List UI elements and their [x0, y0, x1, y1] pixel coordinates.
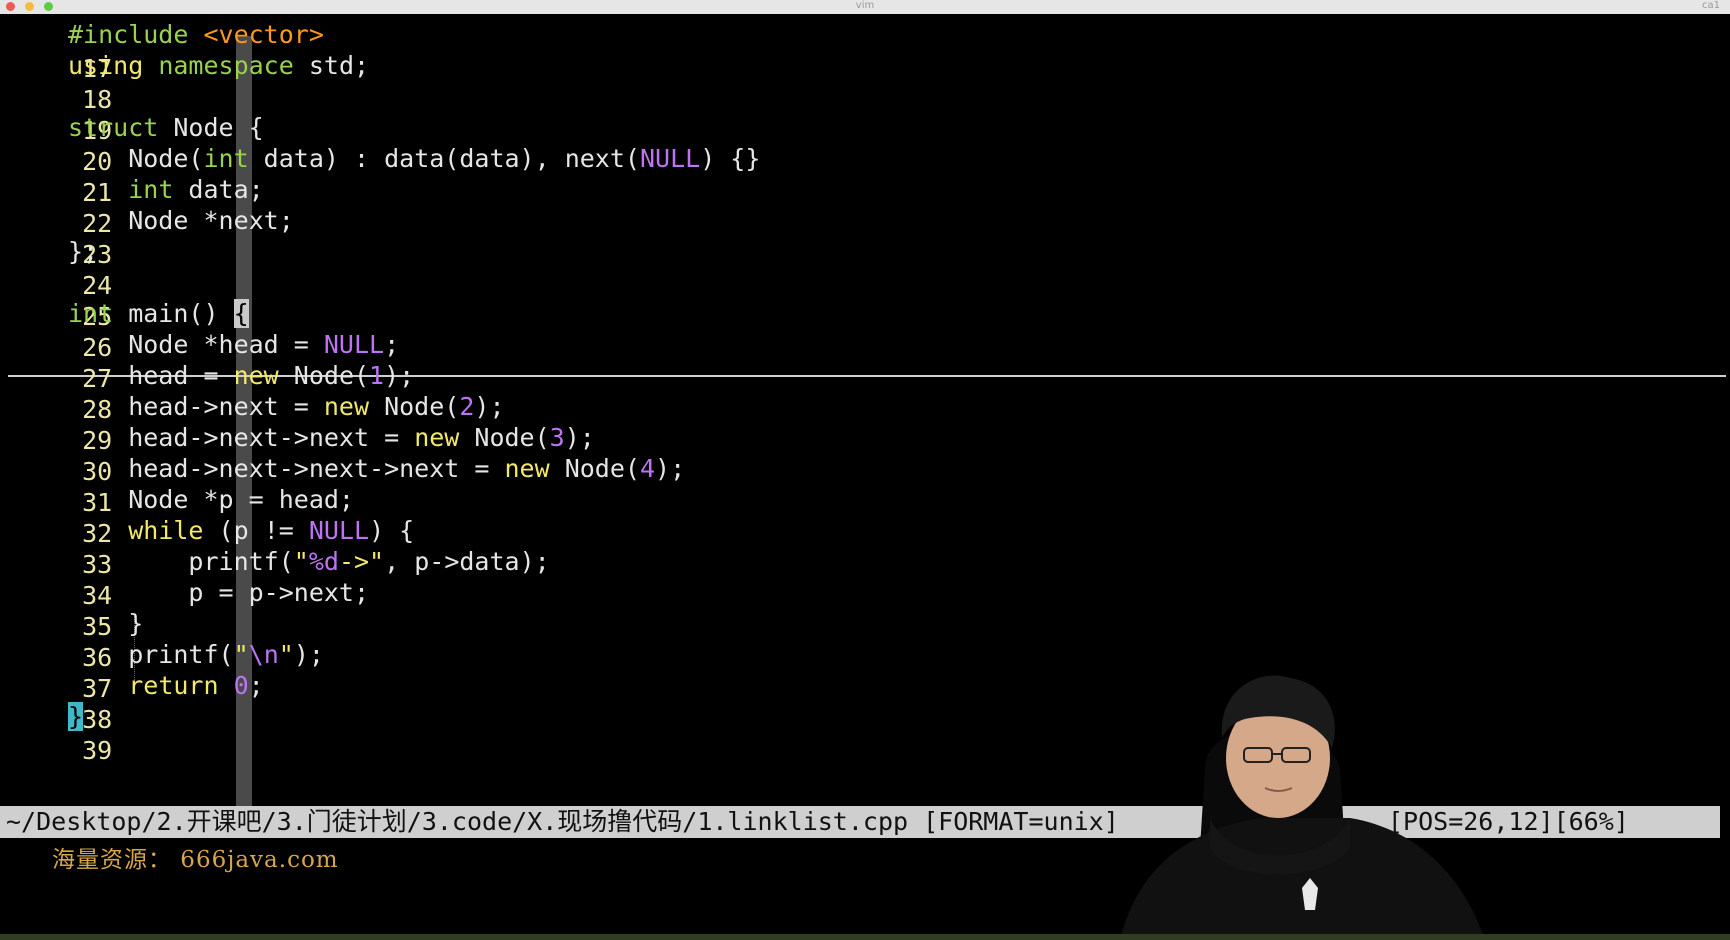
code-text: p = p->next; — [68, 578, 370, 607]
line-number: 39 — [82, 736, 113, 765]
code-text: head->next->next = new Node(3); — [68, 423, 595, 452]
code-line-19: 19 — [0, 80, 112, 145]
code-line-38: 38 return 0; — [0, 669, 264, 734]
window-right-label: ca1 — [1702, 0, 1720, 11]
presenter-webcam-overlay — [1120, 675, 1485, 940]
code-line-29: 29 head->next = new Node(2); — [0, 390, 504, 455]
code-line-24: 24 }; — [0, 235, 112, 300]
text-cursor: { — [233, 299, 249, 328]
code-text: int main() { — [68, 299, 249, 328]
code-line-32: 32 Node *p = head; — [0, 483, 354, 548]
watermark-text: 海量资源： 666java.com — [52, 847, 339, 873]
code-text: #include <vector> — [68, 20, 324, 49]
code-text: Node *next; — [68, 206, 294, 235]
code-text: } — [68, 700, 84, 734]
code-line-31: 31 head->next->next->next = new Node(4); — [0, 452, 685, 517]
window-title: vim — [855, 0, 875, 11]
code-text: head->next->next->next = new Node(4); — [68, 454, 686, 483]
statusline-file-path: ~/Desktop/2.开课吧/3.门徒计划/3.code/X.现场撸代码/1.… — [6, 807, 1119, 836]
code-line-39: 39 } — [0, 700, 112, 765]
code-line-18: 18 using namespace std; — [0, 49, 369, 114]
window-bottom-edge — [0, 934, 1730, 940]
code-text: printf("%d->", p->data); — [68, 547, 550, 576]
code-text: printf("\n"); — [68, 640, 324, 669]
code-line-21: 21 Node(int data) : data(data), next(NUL… — [0, 142, 760, 207]
code-text: struct Node { — [68, 113, 264, 142]
code-text: Node(int data) : data(data), next(NULL) … — [68, 144, 761, 173]
code-line-30: 30 head->next->next = new Node(3); — [0, 421, 595, 486]
code-line-28: 28 head = new Node(1); — [0, 359, 414, 424]
code-line-34: 34 printf("%d->", p->data); — [0, 545, 550, 610]
matching-brace-highlight: } — [68, 702, 84, 731]
code-text: Node *p = head; — [68, 485, 354, 514]
code-text: }; — [68, 237, 99, 266]
code-line-22: 22 int data; — [0, 173, 264, 238]
code-text: Node *head = NULL; — [68, 330, 400, 359]
code-line-37: 37 printf("\n"); — [0, 638, 324, 703]
code-line-20: 20 struct Node { — [0, 111, 264, 176]
code-line-33: 33 while (p != NULL) { — [0, 514, 414, 579]
code-text: head = new Node(1); — [68, 361, 415, 390]
code-line-23: 23 Node *next; — [0, 204, 294, 269]
code-text: while (p != NULL) { — [128, 516, 415, 545]
code-line-17: 17 #include <vector> — [0, 18, 324, 83]
window-titlebar: vim ca1 — [0, 0, 1730, 14]
code-text: return 0; — [128, 671, 264, 700]
code-text: } — [68, 609, 144, 638]
code-line-35: 35 p = p->next; — [0, 576, 369, 641]
code-text: using namespace std; — [68, 51, 370, 80]
code-line-27: 27 Node *head = NULL; — [0, 328, 399, 393]
code-line-26: 26 int main() { — [0, 297, 249, 362]
code-line-25: 25 — [0, 266, 112, 331]
code-line-36: 36 } — [0, 607, 143, 672]
code-text: int data; — [128, 175, 264, 204]
code-text: head->next = new Node(2); — [68, 392, 505, 421]
